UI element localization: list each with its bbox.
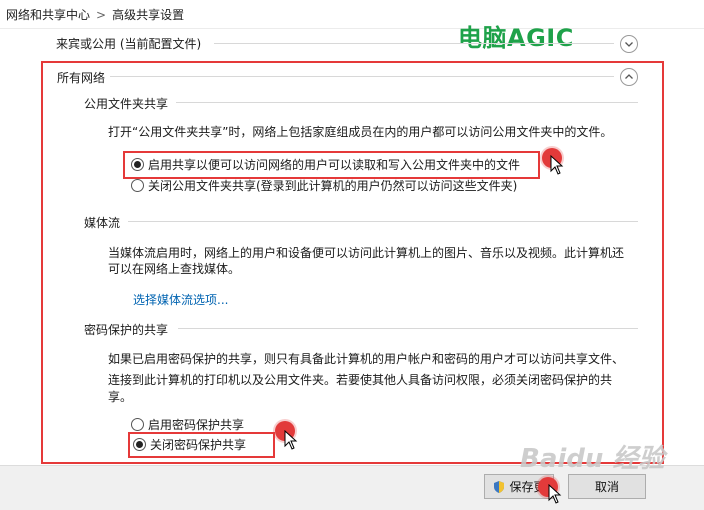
password-off-radio-row[interactable]: 关闭密码保护共享 [133,436,246,453]
expand-chevron-button[interactable] [620,35,638,53]
guest-public-title: 来宾或公用 (当前配置文件) [56,37,202,51]
public-folder-on-radio-row[interactable]: 启用共享以便可以访问网络的用户可以读取和写入公用文件夹中的文件 [131,156,520,173]
password-on-radio[interactable] [131,418,144,431]
mouse-cursor-icon [284,430,298,450]
public-folder-off-radio-row[interactable]: 关闭公用文件夹共享(登录到此计算机的用户仍然可以访问这些文件夹) [131,177,517,194]
public-folder-title: 公用文件夹共享 [84,97,169,111]
password-on-label[interactable]: 启用密码保护共享 [148,416,244,433]
public-folder-off-radio[interactable] [131,179,144,192]
public-folder-on-label[interactable]: 启用共享以便可以访问网络的用户可以读取和写入公用文件夹中的文件 [148,156,520,173]
shield-icon [494,480,505,493]
watermark-logo-top: 电脑AGIC [458,24,574,52]
chevron-up-icon [625,74,633,79]
mouse-cursor-icon [548,484,562,504]
public-folder-off-label[interactable]: 关闭公用文件夹共享(登录到此计算机的用户仍然可以访问这些文件夹) [148,177,517,194]
breadcrumb-network-center[interactable]: 网络和共享中心 [6,8,90,22]
public-folder-on-radio[interactable] [131,158,144,171]
guest-public-divider [214,43,614,44]
password-description-line3: 享。 [108,390,133,404]
password-title: 密码保护的共享 [84,323,169,337]
password-off-label[interactable]: 关闭密码保护共享 [150,436,246,453]
breadcrumb: 网络和共享中心 > 高级共享设置 [6,6,184,23]
cancel-button[interactable]: 取消 [568,474,646,499]
media-divider [128,221,638,222]
cancel-label: 取消 [594,480,619,494]
all-networks-divider [110,76,614,77]
breadcrumb-separator: > [96,8,107,22]
password-on-radio-row[interactable]: 启用密码保护共享 [131,416,244,433]
password-off-radio[interactable] [133,438,146,451]
media-options-link[interactable]: 选择媒体流选项... [133,291,228,308]
public-folder-description: 打开“公用文件夹共享”时，网络上包括家庭组成员在内的用户都可以访问公用文件夹中的… [108,125,613,139]
header-divider [0,28,704,29]
media-title: 媒体流 [84,216,121,230]
password-description-line1: 如果已启用密码保护的共享，则只有具备此计算机的用户帐户和密码的用户才可以访问共享… [108,352,625,366]
all-networks-title: 所有网络 [57,71,106,85]
public-folder-divider [176,102,638,103]
collapse-chevron-button[interactable] [620,68,638,86]
password-divider [178,328,638,329]
mouse-cursor-icon [550,155,564,175]
chevron-down-icon [625,42,633,47]
media-description-line2: 可以在网络上查找媒体。 [108,262,241,276]
watermark-logo-bottom: Baidu 经验 [520,444,665,474]
breadcrumb-advanced-sharing: 高级共享设置 [112,8,185,22]
password-description-line2: 连接到此计算机的打印机以及公用文件夹。若要使其他人具备访问权限，必须关闭密码保护… [108,373,613,387]
